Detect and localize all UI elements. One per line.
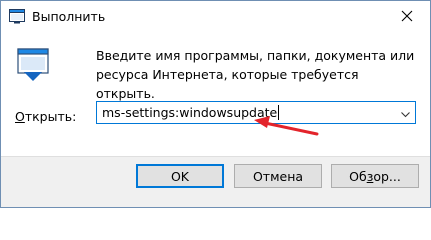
- chevron-down-icon: [400, 103, 410, 122]
- cancel-button[interactable]: Отмена: [234, 164, 322, 188]
- text-cursor: [278, 105, 280, 120]
- command-input-value[interactable]: ms-settings:windowsupdate: [102, 105, 277, 120]
- open-label-text: ткрыть:: [24, 109, 77, 124]
- run-dialog-window: Выполнить Введите имя программы, папки, …: [0, 0, 431, 208]
- title-bar[interactable]: Выполнить: [1, 1, 430, 32]
- ok-button[interactable]: OK: [136, 164, 224, 188]
- window-title: Выполнить: [32, 9, 106, 24]
- browse-label-end: ор...: [373, 168, 401, 184]
- dialog-body: Введите имя программы, папки, документа …: [1, 32, 430, 156]
- close-icon: [401, 7, 413, 26]
- browse-label-start: Об: [349, 168, 367, 184]
- browse-button[interactable]: Об з ор...: [331, 164, 419, 188]
- dialog-footer: OK Отмена Об з ор...: [1, 156, 430, 207]
- dialog-description: Введите имя программы, папки, документа …: [96, 48, 415, 101]
- command-combobox[interactable]: ms-settings:windowsupdate: [96, 101, 416, 124]
- browse-label-accesskey: з: [366, 168, 374, 184]
- open-label: Открыть:: [15, 109, 76, 124]
- dropdown-button[interactable]: [395, 102, 415, 123]
- run-program-icon: [17, 47, 51, 83]
- close-button[interactable]: [384, 1, 430, 32]
- run-app-icon: [9, 9, 25, 24]
- open-label-accesskey: О: [15, 109, 25, 124]
